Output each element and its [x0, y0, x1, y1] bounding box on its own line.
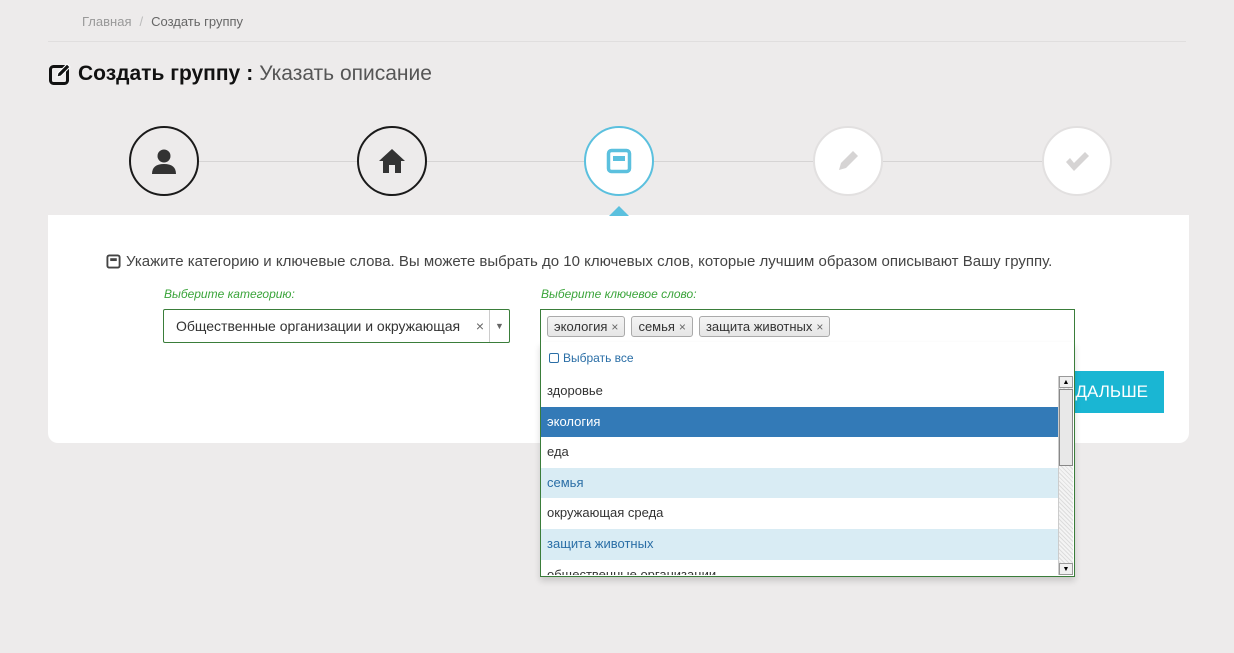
dropdown-scrollbar[interactable]: ▲ ▼	[1058, 376, 1073, 575]
user-icon	[152, 149, 176, 174]
page-title-colon: :	[246, 62, 254, 85]
scroll-up-icon[interactable]: ▲	[1059, 376, 1073, 388]
page-title-sub: Указать описание	[259, 62, 432, 85]
page-title-main: Создать группу	[78, 62, 241, 85]
next-button[interactable]: ДАЛЬШЕ	[1070, 371, 1164, 413]
remove-tag-button[interactable]: ×	[611, 320, 618, 334]
checkbox-icon	[549, 353, 559, 363]
remove-tag-button[interactable]: ×	[816, 320, 823, 334]
option-item[interactable]: еда	[541, 437, 1059, 468]
instruction-text: Укажите категорию и ключевые слова. Вы м…	[106, 253, 1052, 270]
breadcrumb-home-link[interactable]: Главная	[82, 14, 131, 29]
category-value: Общественные организации и окружающая	[176, 318, 461, 334]
option-item[interactable]: окружающая среда	[541, 498, 1059, 529]
step-finish[interactable]	[1042, 126, 1112, 196]
keyword-tag: защита животных ×	[698, 316, 831, 337]
pencil-icon	[839, 151, 858, 170]
keyword-tag: экология ×	[547, 316, 626, 337]
list-icon	[106, 254, 121, 269]
breadcrumb: Главная / Создать группу	[82, 14, 243, 29]
category-clear-button[interactable]: ×	[471, 318, 489, 334]
keyword-tag-label: защита животных	[705, 319, 813, 334]
instruction-label: Укажите категорию и ключевые слова. Вы м…	[126, 253, 1053, 270]
scrollbar-thumb[interactable]	[1059, 389, 1073, 466]
check-icon	[1066, 152, 1089, 171]
step-connector	[199, 161, 357, 162]
list-icon	[606, 148, 632, 174]
keywords-dropdown: Выбрать все здоровье экология еда семья …	[540, 342, 1075, 577]
step-home[interactable]	[357, 126, 427, 196]
scroll-down-icon[interactable]: ▼	[1059, 563, 1073, 575]
breadcrumb-separator: /	[139, 14, 144, 29]
keyword-tag-label: семья	[638, 319, 675, 334]
page-title: Создать группу : Указать описание	[48, 62, 432, 86]
category-label: Выберите категорию:	[164, 287, 295, 301]
option-item[interactable]: общественные организации	[541, 560, 1059, 575]
edit-icon	[49, 63, 71, 85]
step-user[interactable]	[129, 126, 199, 196]
options-list: здоровье экология еда семья окружающая с…	[541, 376, 1059, 575]
header-divider	[48, 41, 1186, 42]
select-all-option[interactable]: Выбрать все	[549, 351, 634, 365]
home-icon	[379, 149, 405, 173]
option-item[interactable]: здоровье	[541, 376, 1059, 407]
breadcrumb-current: Создать группу	[151, 14, 244, 29]
category-select[interactable]: Общественные организации и окружающая × …	[163, 309, 510, 343]
step-connector	[654, 161, 813, 162]
chevron-down-icon[interactable]: ▼	[489, 310, 509, 342]
keywords-input[interactable]: экология × семья × защита животных ×	[540, 309, 1075, 343]
wizard-steps	[0, 125, 1234, 200]
remove-tag-button[interactable]: ×	[679, 320, 686, 334]
step-connector	[427, 161, 584, 162]
step-edit[interactable]	[813, 126, 883, 196]
select-all-label: Выбрать все	[563, 351, 634, 365]
keyword-tag: семья ×	[631, 316, 693, 337]
keyword-tag-label: экология	[554, 319, 608, 334]
active-step-pointer	[609, 206, 629, 216]
step-description[interactable]	[584, 126, 654, 196]
keywords-label: Выберите ключевое слово:	[541, 287, 697, 301]
option-item[interactable]: семья	[541, 467, 1059, 499]
step-connector	[883, 161, 1042, 162]
option-item[interactable]: экология	[541, 406, 1059, 438]
option-item[interactable]: защита животных	[541, 528, 1059, 560]
